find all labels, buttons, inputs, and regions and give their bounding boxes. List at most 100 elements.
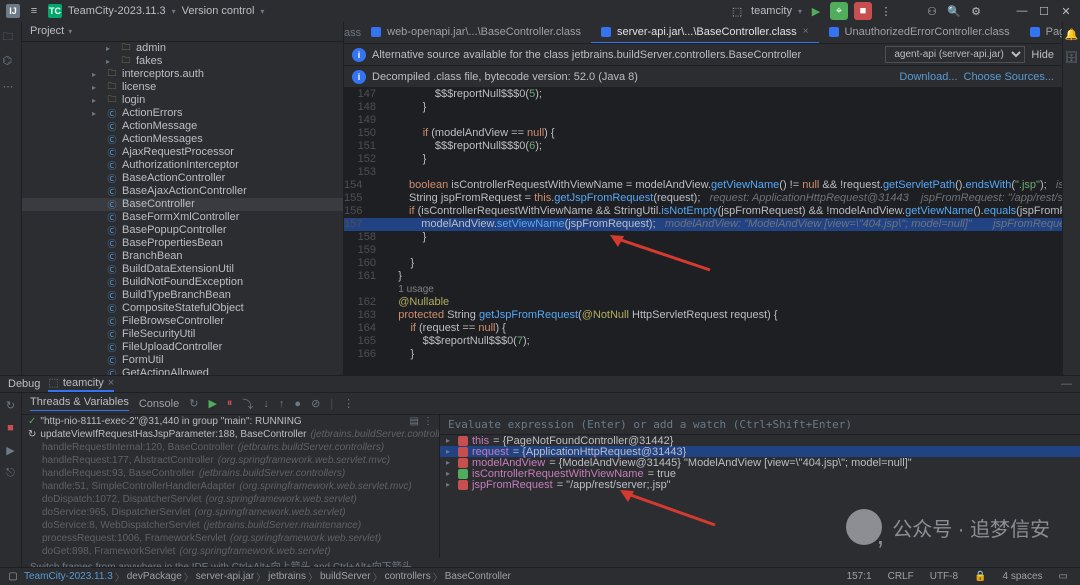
runconfig-icon[interactable]: ⬚ — [729, 3, 745, 19]
code-line[interactable]: 166 } — [344, 348, 1062, 361]
code-line[interactable]: 148 } — [344, 101, 1062, 114]
tab-threads-vars[interactable]: Threads & Variables — [30, 396, 129, 411]
stack-frame[interactable]: handle:51, SimpleControllerHandlerAdapte… — [22, 480, 439, 493]
stack-frame[interactable]: doService:8, WebDispatcherServlet (jetbr… — [22, 519, 439, 532]
structure-icon[interactable]: ⌬ — [3, 54, 19, 70]
code-line[interactable]: 151 $$$reportNull$$$0(6); — [344, 140, 1062, 153]
code-line[interactable]: 149 — [344, 114, 1062, 127]
tree-item[interactable]: ⒸFileSecurityUtil — [22, 328, 343, 341]
tree-item[interactable]: ▸🗀license — [22, 81, 343, 94]
tree-item[interactable]: ▸🗀admin — [22, 42, 343, 55]
stack-frame[interactable]: doGet:898, FrameworkServlet (org.springf… — [22, 545, 439, 558]
resume-icon[interactable]: ▶ — [208, 397, 216, 410]
variable-row[interactable]: ▸this = {PageNotFoundController@31442} — [440, 435, 1080, 446]
stop-icon[interactable]: ■ — [854, 2, 872, 20]
restart-icon[interactable]: ↻ — [6, 399, 15, 412]
tree-item[interactable]: ⒸBuildNotFoundException — [22, 276, 343, 289]
variable-row[interactable]: ▸request = {ApplicationHttpRequest@31443… — [440, 446, 1080, 457]
tabs-overflow[interactable]: ass — [344, 27, 361, 39]
breadcrumb[interactable]: TeamCity-2023.11.3〉devPackage〉server-api… — [24, 569, 511, 584]
hide-link[interactable]: Hide — [1031, 49, 1054, 61]
code-line[interactable]: 153 — [344, 166, 1062, 179]
encoding[interactable]: UTF-8 — [924, 571, 964, 582]
code-line[interactable]: 147 $$$reportNull$$$0(5); — [344, 88, 1062, 101]
tree-item[interactable]: ⒸBranchBean — [22, 250, 343, 263]
tree-item[interactable]: ⒸBaseFormXmlController — [22, 211, 343, 224]
close-icon[interactable]: ✕ — [1058, 3, 1074, 19]
stack-frame[interactable]: handleRequest:177, AbstractController (o… — [22, 454, 439, 467]
editor-tab[interactable]: PageNotFoundController.class — [1020, 22, 1062, 44]
more-icon[interactable]: ⋮ — [343, 397, 354, 410]
tree-item[interactable]: ⒸBasePropertiesBean — [22, 237, 343, 250]
project-toolwindow-icon[interactable]: 🗀 — [3, 28, 19, 44]
app-icon[interactable]: IJ — [6, 4, 20, 18]
tree-item[interactable]: ⒸBaseActionController — [22, 172, 343, 185]
chevron-down-icon[interactable]: ▾ — [172, 7, 176, 16]
stack-frame[interactable]: ↻updateViewIfRequestHasJspParameter:188,… — [22, 428, 439, 441]
chevron-down-icon[interactable]: ▾ — [260, 7, 264, 16]
editor-tab[interactable]: server-api.jar\...\BaseController.class× — [591, 22, 819, 44]
source-jar-select[interactable]: agent-api (server-api.jar) — [885, 46, 1025, 63]
download-link[interactable]: Download... — [899, 71, 957, 83]
tree-item[interactable]: ⒸBaseController — [22, 198, 343, 211]
tree-item[interactable]: ▸🗀fakes — [22, 55, 343, 68]
tree-item[interactable]: ⒸActionMessages — [22, 133, 343, 146]
code-line[interactable]: 163 protected String getJspFromRequest(@… — [344, 309, 1062, 322]
code-line[interactable]: 164 if (request == null) { — [344, 322, 1062, 335]
run-icon[interactable]: ▶ — [808, 3, 824, 19]
code-line[interactable]: 150 if (modelAndView == null) { — [344, 127, 1062, 140]
variable-row[interactable]: ▸isControllerRequestWithViewName = true — [440, 468, 1080, 479]
resume-icon[interactable]: ▶ — [6, 444, 14, 457]
menu-icon[interactable]: ≡ — [26, 3, 42, 19]
code-editor[interactable]: 147 $$$reportNull$$$0(5);148 }149150 if … — [344, 88, 1062, 375]
db-icon[interactable]: 🗄 — [1065, 51, 1079, 64]
settings-icon[interactable]: ⚙ — [968, 3, 984, 19]
tree-item[interactable]: ⒸBasePopupController — [22, 224, 343, 237]
tree-item[interactable]: ▸🗀interceptors.auth — [22, 68, 343, 81]
code-line[interactable]: 158 } — [344, 231, 1062, 244]
tree-item[interactable]: ▸ⒸActionErrors — [22, 107, 343, 120]
tree-item[interactable]: ⒸCompositeStatefulObject — [22, 302, 343, 315]
more-icon[interactable]: ⋮ — [878, 3, 894, 19]
tree-item[interactable]: ⒸBuildTypeBranchBean — [22, 289, 343, 302]
chevron-down-icon[interactable]: ▾ — [798, 7, 802, 16]
minimize-icon[interactable]: — — [1014, 3, 1030, 19]
vcs-menu[interactable]: Version control — [182, 5, 255, 17]
evaluate-expression-input[interactable]: Evaluate expression (Enter) or add a wat… — [440, 415, 1080, 435]
stack-frame[interactable]: doService:965, DispatcherServlet (org.sp… — [22, 506, 439, 519]
debug-runconfig-tab[interactable]: ⬚ teamcity × — [48, 376, 114, 392]
stack-frame[interactable]: doDispatch:1072, DispatcherServlet (org.… — [22, 493, 439, 506]
code-line[interactable]: 157 modelAndView.setViewName(jspFromRequ… — [344, 218, 1062, 231]
tree-item[interactable]: ⒸFileBrowseController — [22, 315, 343, 328]
frames-panel[interactable]: ✓"http-nio-8111-exec-2"@31,440 in group … — [22, 415, 440, 558]
breakpoint-icon[interactable]: ● — [294, 398, 301, 410]
code-line[interactable]: 159 — [344, 244, 1062, 257]
minimize-icon[interactable]: — — [1061, 378, 1072, 390]
code-line[interactable]: 152 } — [344, 153, 1062, 166]
tab-console[interactable]: Console — [139, 398, 179, 410]
code-line[interactable]: 1 usage — [344, 283, 1062, 296]
variable-row[interactable]: ▸modelAndView = {ModelAndView@31445} "Mo… — [440, 457, 1080, 468]
tree-item[interactable]: ⒸFormUtil — [22, 354, 343, 367]
code-line[interactable]: 165 $$$reportNull$$$0(7); — [344, 335, 1062, 348]
code-line[interactable]: 161 } — [344, 270, 1062, 283]
tree-item[interactable]: ⒸGetActionAllowed — [22, 367, 343, 375]
lock-icon[interactable]: 🔒 — [968, 571, 992, 582]
code-line[interactable]: 162 @Nullable — [344, 296, 1062, 309]
choose-sources-link[interactable]: Choose Sources... — [964, 71, 1055, 83]
tool-icon[interactable]: ▢ — [6, 571, 20, 582]
code-line[interactable]: 154 boolean isControllerRequestWithViewN… — [344, 179, 1062, 192]
rerun-icon[interactable]: ↻ — [189, 397, 198, 410]
code-line[interactable]: 155 String jspFromRequest = this.getJspF… — [344, 192, 1062, 205]
caret-position[interactable]: 157:1 — [841, 571, 878, 582]
editor-tab[interactable]: web-openapi.jar\...\BaseController.class — [361, 22, 591, 44]
mute-bp-icon[interactable]: ⊘ — [311, 397, 320, 410]
thread-icon[interactable]: ⎋ — [6, 467, 15, 480]
line-sep[interactable]: CRLF — [882, 571, 920, 582]
variable-row[interactable]: ▸jspFromRequest = "/app/rest/server;.jsp… — [440, 479, 1080, 490]
step-into-icon[interactable]: ↓ — [263, 398, 269, 410]
step-over-icon[interactable]: ⤵ — [242, 396, 253, 412]
pause-icon[interactable]: ⏸ — [227, 397, 233, 410]
step-out-icon[interactable]: ↑ — [279, 398, 285, 410]
user-icon[interactable]: ⚇ — [924, 3, 940, 19]
